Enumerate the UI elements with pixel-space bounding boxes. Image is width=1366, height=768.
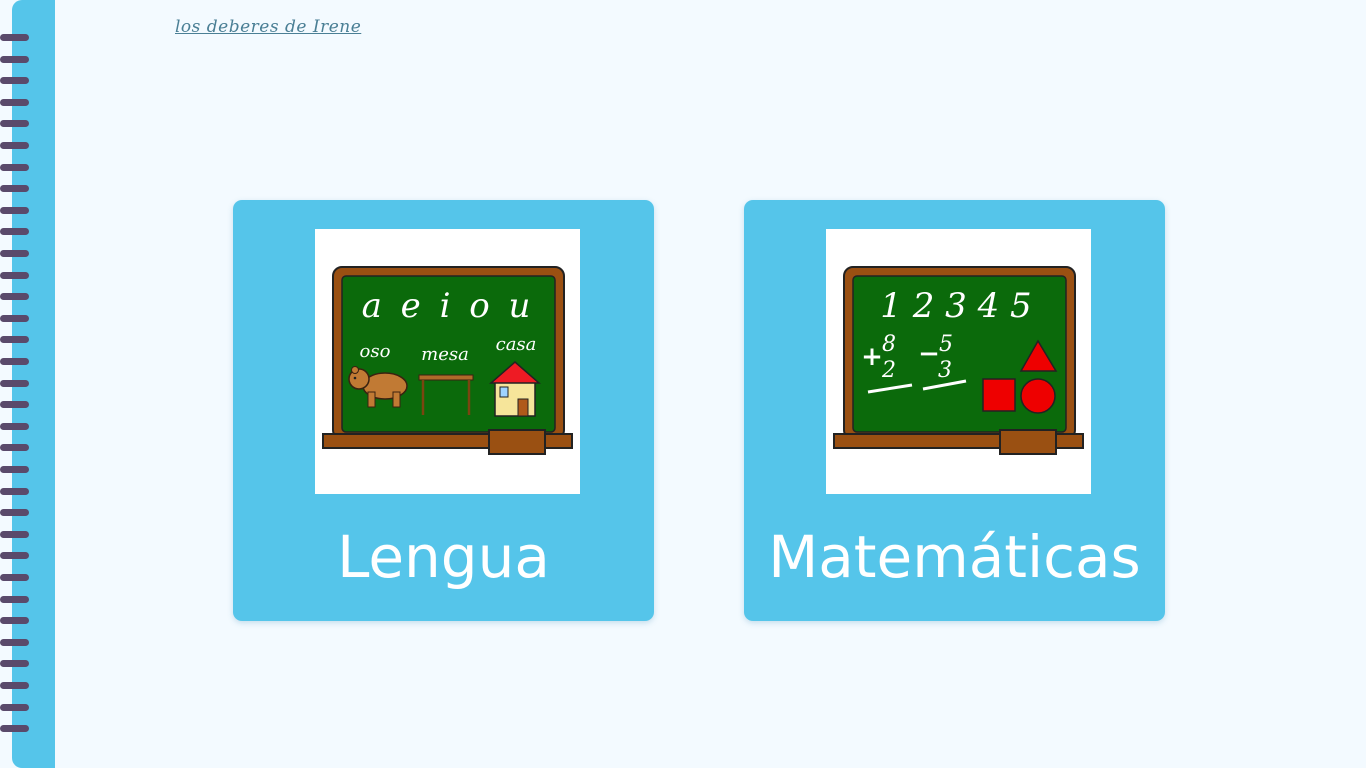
subject-card-matematicas[interactable]: 1 2 3 4 5 + 8 2 − 5 3 Matemáticas (744, 200, 1165, 621)
spiral-ring (0, 336, 29, 344)
board-sum-sign: + (861, 342, 883, 372)
board-sum-top: 8 (882, 332, 896, 357)
subject-label-lengua: Lengua (337, 523, 550, 591)
spiral-ring (0, 725, 29, 733)
spiral-ring (0, 271, 29, 279)
spiral-ring (0, 574, 29, 581)
spiral-ring (0, 530, 29, 538)
spiral-ring (0, 55, 29, 63)
spiral-ring (0, 120, 29, 128)
subject-label-matematicas: Matemáticas (768, 523, 1141, 591)
spiral-ring (0, 98, 29, 106)
spiral-ring (0, 487, 29, 495)
matematicas-chalkboard-image: 1 2 3 4 5 + 8 2 − 5 3 (826, 229, 1091, 494)
board-word-casa: casa (496, 334, 537, 355)
spiral-ring (0, 595, 29, 603)
spiral-ring (0, 185, 29, 193)
spiral-ring (0, 34, 29, 41)
board-word-oso: oso (360, 341, 391, 362)
board-diff-bottom: 3 (938, 358, 952, 383)
circle-icon (1020, 378, 1056, 414)
spiral-ring (0, 163, 29, 171)
spiral-ring (0, 401, 29, 409)
spiral-ring (0, 206, 29, 214)
spiral-ring (0, 682, 29, 689)
spiral-ring (0, 314, 29, 322)
spiral-ring (0, 703, 29, 711)
spiral-ring (0, 552, 29, 560)
spiral-ring (0, 228, 29, 236)
spiral-ring (0, 358, 29, 365)
board-numbers: 1 2 3 4 5 (880, 286, 1031, 326)
board-vowels: a e i o u (362, 286, 535, 326)
spiral-ring (0, 77, 29, 85)
lengua-chalkboard-image: a e i o u oso mesa casa (315, 229, 580, 494)
spiral-ring (0, 379, 29, 387)
board-word-mesa: mesa (421, 344, 469, 365)
spiral-ring (0, 142, 29, 149)
board-sum-bottom: 2 (881, 358, 896, 383)
site-title-link[interactable]: los deberes de Irene (175, 17, 361, 37)
board-diff-top: 5 (939, 332, 953, 357)
board-diff-sign: − (918, 339, 940, 369)
spiral-ring (0, 422, 29, 430)
spiral-ring (0, 660, 29, 668)
square-icon (982, 378, 1016, 412)
spiral-ring (0, 509, 29, 517)
spiral-ring (0, 617, 29, 625)
spiral-ring (0, 638, 29, 646)
subject-card-lengua[interactable]: a e i o u oso mesa casa Lengua (233, 200, 654, 621)
spiral-ring (0, 444, 29, 452)
spiral-ring (0, 293, 29, 301)
spiral-ring (0, 250, 29, 257)
spiral-ring (0, 466, 29, 473)
